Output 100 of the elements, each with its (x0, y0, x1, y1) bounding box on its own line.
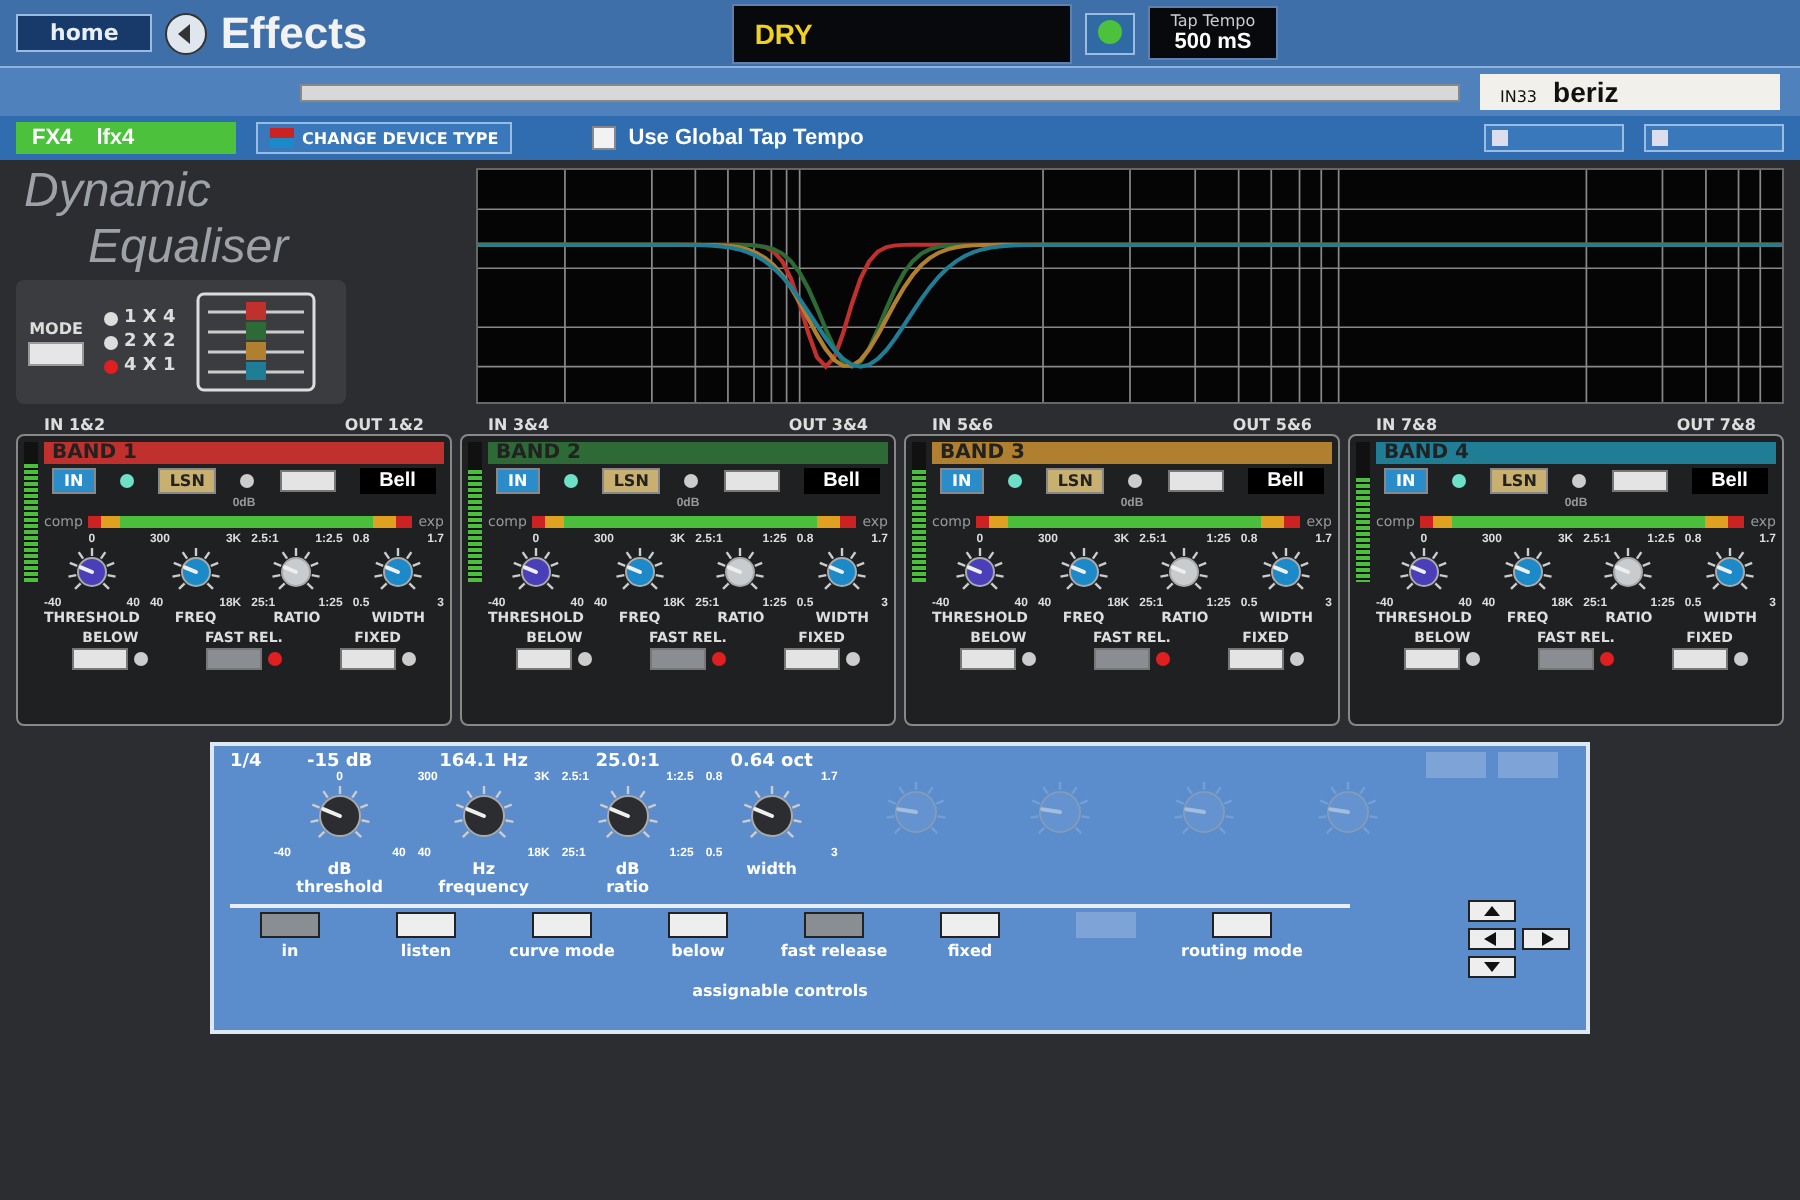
band-title: BAND 1 (44, 442, 444, 464)
switch-button[interactable] (1404, 648, 1461, 670)
in-led (1007, 474, 1022, 488)
input-label: IN 5&6 (932, 416, 994, 434)
patch-name: beriz (1553, 76, 1619, 108)
output-label: OUT 5&6 (1232, 416, 1312, 434)
in-toggle[interactable]: IN (496, 468, 540, 494)
switch-button[interactable] (205, 648, 262, 670)
level-meter (1356, 442, 1370, 582)
arrow-right-button[interactable] (1522, 928, 1570, 950)
knob-label: width (746, 860, 797, 878)
band-routing-drawing (195, 292, 316, 392)
mode-label: MODE (29, 319, 83, 337)
assign-button-label: curve mode (509, 942, 615, 960)
curve-type[interactable]: Bell (1247, 468, 1324, 494)
curve-button[interactable] (1611, 470, 1668, 492)
switch-led (1155, 652, 1170, 666)
assign-button[interactable] (396, 912, 456, 938)
change-device-button[interactable]: CHANGE DEVICE TYPE (256, 122, 513, 154)
switch-button[interactable] (649, 648, 706, 670)
switch-button[interactable] (783, 648, 840, 670)
mix-display: DRY (732, 3, 1073, 63)
knob-label: threshold (296, 878, 383, 896)
knob-value: -15 dB (306, 752, 373, 772)
mode-button[interactable] (28, 341, 84, 365)
level-meter (468, 442, 482, 582)
load-preset-icon[interactable] (1644, 124, 1784, 152)
band-title: BAND 4 (1376, 442, 1776, 464)
switch-button[interactable] (72, 648, 129, 670)
listen-toggle[interactable]: LSN (601, 468, 661, 494)
assign-button-label: below (671, 942, 725, 960)
output-label: OUT 7&8 (1676, 416, 1756, 434)
back-icon[interactable] (164, 11, 209, 55)
listen-toggle[interactable]: LSN (1045, 468, 1105, 494)
assign-button-label: fast release (780, 942, 888, 960)
curve-type[interactable]: Bell (359, 468, 436, 494)
knob-value: 25.0:1 (595, 752, 660, 772)
store-preset-icon[interactable] (1484, 124, 1624, 152)
tap-tempo-label: Tap Tempo (1170, 12, 1256, 30)
patch-number: IN33 (1500, 88, 1538, 106)
mode-option[interactable]: 1 X 4 (104, 308, 176, 328)
switch-button[interactable] (1537, 648, 1594, 670)
home-button[interactable]: home (16, 14, 153, 52)
curve-type[interactable]: Bell (803, 468, 880, 494)
level-meter (912, 442, 926, 582)
mode-option[interactable]: 4 X 1 (104, 356, 176, 376)
in-led (1451, 474, 1466, 488)
switch-led (711, 652, 726, 666)
assign-button-label: listen (400, 942, 452, 960)
listen-led (1572, 474, 1587, 488)
device-icon (270, 128, 294, 148)
switch-led (1289, 652, 1304, 666)
assign-button-label: fixed (947, 942, 993, 960)
arrow-left-button[interactable] (1468, 928, 1516, 950)
curve-button[interactable] (723, 470, 780, 492)
window-title: Effects (220, 7, 370, 59)
switch-led (1466, 652, 1481, 666)
assign-button-label: routing mode (1181, 942, 1303, 960)
listen-toggle[interactable]: LSN (1489, 468, 1549, 494)
band-title: BAND 3 (932, 442, 1332, 464)
in-toggle[interactable]: IN (52, 468, 96, 494)
switch-button[interactable] (339, 648, 396, 670)
in-toggle[interactable]: IN (940, 468, 984, 494)
assign-button[interactable] (940, 912, 1000, 938)
assign-button[interactable] (1212, 912, 1272, 938)
assign-button[interactable] (532, 912, 592, 938)
knob-unit: dB (327, 860, 352, 878)
slot-label: FX4 (32, 126, 73, 150)
plugin-title: Equaliser (86, 224, 292, 272)
knob-label: ratio (606, 878, 650, 896)
curve-button[interactable] (1167, 470, 1224, 492)
global-tap-checkbox[interactable]: Use Global Tap Tempo (592, 126, 1464, 150)
listen-toggle[interactable]: LSN (157, 468, 217, 494)
assign-button[interactable] (668, 912, 728, 938)
switch-led (267, 652, 282, 666)
switch-led (1733, 652, 1748, 666)
mode-option[interactable]: 2 X 2 (104, 332, 176, 352)
switch-button[interactable] (516, 648, 573, 670)
in-led (563, 474, 578, 488)
switch-led (578, 652, 593, 666)
level-meter (24, 442, 38, 582)
knob-label: frequency (438, 878, 529, 896)
tap-tempo-value: 500 mS (1174, 30, 1252, 54)
in-toggle[interactable]: IN (1384, 468, 1428, 494)
listen-led (1128, 474, 1143, 488)
arrow-down-button[interactable] (1468, 956, 1516, 978)
arrow-up-button[interactable] (1468, 900, 1516, 922)
switch-button[interactable] (1227, 648, 1284, 670)
plugin-title: Dynamic (22, 168, 213, 216)
tap-icon[interactable] (1084, 11, 1137, 55)
knob-unit: dB (615, 860, 640, 878)
switch-button[interactable] (1093, 648, 1150, 670)
switch-button[interactable] (960, 648, 1017, 670)
switch-led (1599, 652, 1614, 666)
switch-button[interactable] (1671, 648, 1728, 670)
band-title: BAND 2 (488, 442, 888, 464)
section-label: assignable controls (692, 982, 868, 1000)
curve-type[interactable]: Bell (1691, 468, 1768, 494)
knob-value: 164.1 Hz (439, 752, 528, 772)
curve-button[interactable] (279, 470, 336, 492)
